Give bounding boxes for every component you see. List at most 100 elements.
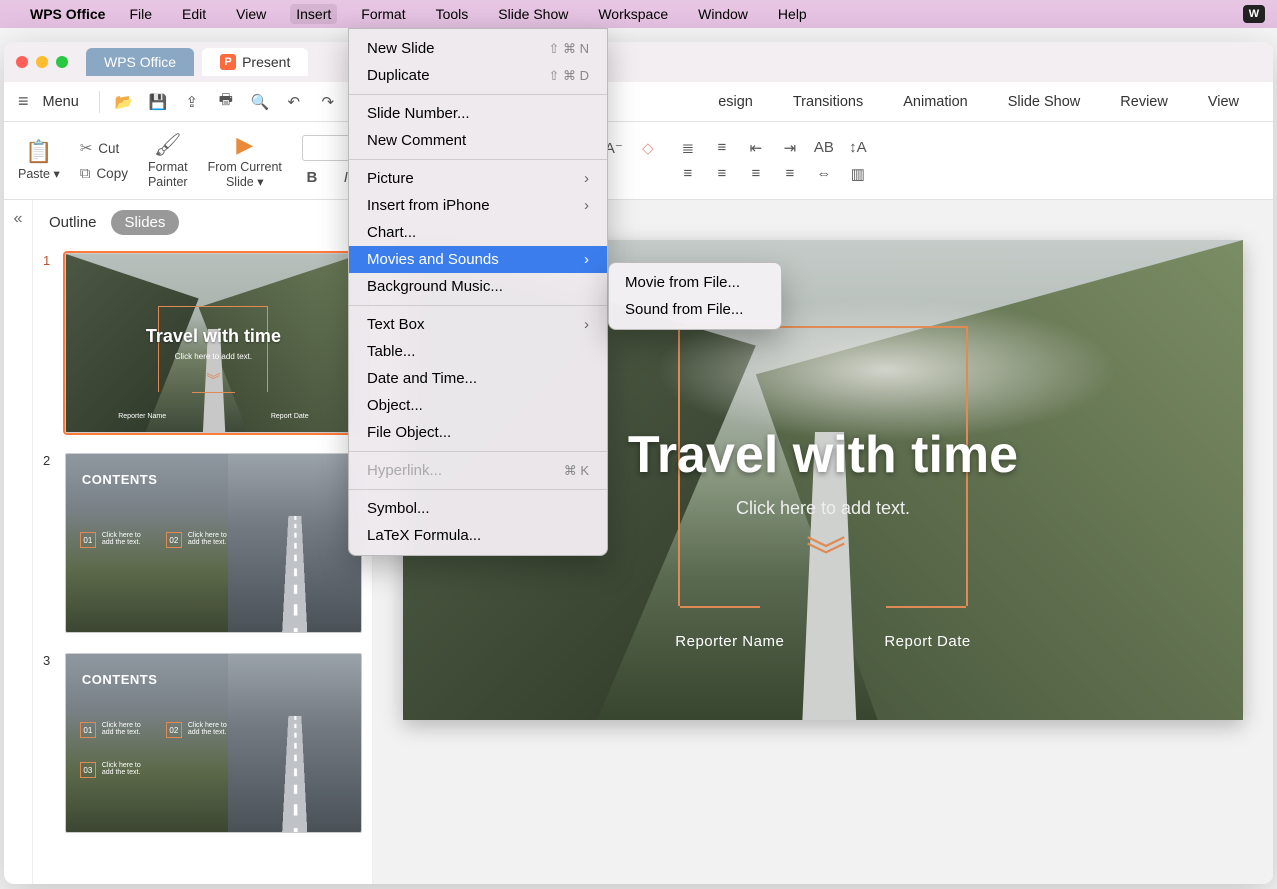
menu-help[interactable]: Help (772, 4, 813, 24)
clear-format-icon[interactable]: ◇ (638, 139, 658, 157)
menu-slideshow[interactable]: Slide Show (492, 4, 574, 24)
tab-slideshow[interactable]: Slide Show (1008, 94, 1081, 110)
menubar-tray-icon[interactable]: W (1243, 5, 1265, 23)
copy-button[interactable]: ⧉Copy (80, 165, 128, 182)
menu-button[interactable]: Menu (43, 94, 79, 110)
slides-tab[interactable]: Slides (111, 210, 180, 235)
menu-file-object[interactable]: File Object... (349, 419, 607, 446)
presentation-icon: P (220, 54, 236, 70)
menu-view[interactable]: View (230, 4, 272, 24)
slide-number: 3 (43, 653, 57, 833)
slide-thumbnail-2[interactable]: CONTENTS 01 Click here to add the text. … (65, 453, 362, 633)
align-left-icon[interactable]: ≡ (678, 165, 698, 182)
thumb-subtitle: Click here to add text. (66, 352, 361, 361)
close-icon[interactable] (16, 56, 28, 68)
outline-tab[interactable]: Outline (49, 214, 97, 231)
menu-sound-from-file[interactable]: Sound from File... (609, 296, 781, 323)
report-date[interactable]: Report Date (884, 633, 970, 650)
tab-view[interactable]: View (1208, 94, 1239, 110)
menu-format[interactable]: Format (355, 4, 411, 24)
decrease-indent-icon[interactable]: ⇤ (746, 139, 766, 157)
brush-icon: 🖌 (154, 132, 182, 158)
thumbnails[interactable]: 1 Travel with time Click here to add tex… (33, 245, 372, 884)
menu-new-comment[interactable]: New Comment (349, 127, 607, 154)
menubar-appname[interactable]: WPS Office (30, 6, 105, 22)
menu-date-time[interactable]: Date and Time... (349, 365, 607, 392)
undo-icon[interactable]: ↶ (284, 92, 304, 112)
columns-icon[interactable]: ▥ (848, 165, 868, 183)
justify-icon[interactable]: ≡ (780, 165, 800, 182)
insert-menu-dropdown: New Slide⇧ ⌘ N Duplicate⇧ ⌘ D Slide Numb… (348, 28, 608, 556)
menu-file[interactable]: File (123, 4, 158, 24)
ribbon-top: ≡ Menu 📂 💾 ⇪ 🖶 🔍 ↶ ↷ esign Transitions A… (4, 82, 1273, 122)
reporter-name[interactable]: Reporter Name (675, 633, 784, 650)
traffic-lights (16, 56, 68, 68)
menu-insert[interactable]: Insert (290, 4, 337, 24)
menu-movies-sounds[interactable]: Movies and Sounds› (349, 246, 607, 273)
minimize-icon[interactable] (36, 56, 48, 68)
bullets-icon[interactable]: ≣ (678, 139, 698, 157)
text-direction-icon[interactable]: AB (814, 139, 834, 156)
open-icon[interactable]: 📂 (114, 92, 134, 112)
thumb-title: CONTENTS (82, 472, 158, 487)
print-icon[interactable]: 🖶 (216, 92, 236, 112)
paste-button[interactable]: 📋 Paste ▾ (18, 139, 60, 181)
menu-symbol[interactable]: Symbol... (349, 495, 607, 522)
document-tab[interactable]: P Present (202, 48, 308, 76)
numbering-icon[interactable]: ≡ (712, 139, 732, 156)
collapse-pane-button[interactable]: « (4, 200, 33, 884)
from-current-slide-button[interactable]: ▶ From CurrentSlide ▾ (208, 132, 282, 189)
menu-object[interactable]: Object... (349, 392, 607, 419)
tab-review[interactable]: Review (1120, 94, 1168, 110)
slide-thumbnail-3[interactable]: CONTENTS 01 Click here to add the text. … (65, 653, 362, 833)
side-tabs: Outline Slides (33, 200, 372, 245)
save-icon[interactable]: 💾 (148, 92, 168, 112)
menu-window[interactable]: Window (692, 4, 754, 24)
tab-transitions[interactable]: Transitions (793, 94, 863, 110)
align-center-icon[interactable]: ≡ (712, 165, 732, 182)
format-painter-button[interactable]: 🖌 FormatPainter (148, 132, 188, 189)
menu-tools[interactable]: Tools (430, 4, 475, 24)
tab-design[interactable]: esign (718, 94, 753, 110)
thumbnail-row: 3 CONTENTS 01 Click here to add the text… (43, 653, 362, 833)
slide-thumbnail-1[interactable]: Travel with time Click here to add text.… (65, 253, 362, 433)
align-right-icon[interactable]: ≡ (746, 165, 766, 182)
menu-background-music[interactable]: Background Music... (349, 273, 607, 300)
chevron-down-icon: ︾ (806, 545, 840, 569)
thumb-title: Travel with time (66, 326, 361, 347)
chevron-down-icon: ︾ (206, 370, 220, 390)
menu-movie-from-file[interactable]: Movie from File... (609, 269, 781, 296)
maximize-icon[interactable] (56, 56, 68, 68)
menu-workspace[interactable]: Workspace (592, 4, 674, 24)
menu-latex[interactable]: LaTeX Formula... (349, 522, 607, 549)
menu-chart[interactable]: Chart... (349, 219, 607, 246)
play-icon: ▶ (236, 132, 253, 158)
menu-slide-number[interactable]: Slide Number... (349, 100, 607, 127)
menu-new-slide[interactable]: New Slide⇧ ⌘ N (349, 35, 607, 62)
document-tab-label: Present (242, 54, 290, 70)
app-window: WPS Office P Present ≡ Menu 📂 💾 ⇪ 🖶 🔍 ↶ … (4, 42, 1273, 884)
line-spacing-icon[interactable]: ↕A (848, 139, 868, 156)
preview-icon[interactable]: 🔍 (250, 92, 270, 112)
menu-picture[interactable]: Picture› (349, 165, 607, 192)
menu-hyperlink: Hyperlink...⌘ K (349, 457, 607, 484)
slide-number: 2 (43, 453, 57, 633)
menu-text-box[interactable]: Text Box› (349, 311, 607, 338)
mac-menubar: WPS Office File Edit View Insert Format … (0, 0, 1277, 28)
thumbnail-row: 1 Travel with time Click here to add tex… (43, 253, 362, 433)
redo-icon[interactable]: ↷ (318, 92, 338, 112)
tab-animation[interactable]: Animation (903, 94, 967, 110)
titlebar: WPS Office P Present (4, 42, 1273, 82)
menu-edit[interactable]: Edit (176, 4, 212, 24)
bold-icon[interactable]: B (302, 169, 322, 186)
cut-button[interactable]: ✂Cut (80, 139, 128, 157)
menu-insert-iphone[interactable]: Insert from iPhone› (349, 192, 607, 219)
distribute-icon[interactable]: ⇔ (814, 165, 834, 182)
movies-sounds-submenu: Movie from File... Sound from File... (608, 262, 782, 330)
increase-indent-icon[interactable]: ⇥ (780, 139, 800, 157)
app-tab[interactable]: WPS Office (86, 48, 194, 76)
menu-duplicate[interactable]: Duplicate⇧ ⌘ D (349, 62, 607, 89)
menu-table[interactable]: Table... (349, 338, 607, 365)
export-icon[interactable]: ⇪ (182, 92, 202, 112)
hamburger-icon[interactable]: ≡ (18, 91, 29, 112)
